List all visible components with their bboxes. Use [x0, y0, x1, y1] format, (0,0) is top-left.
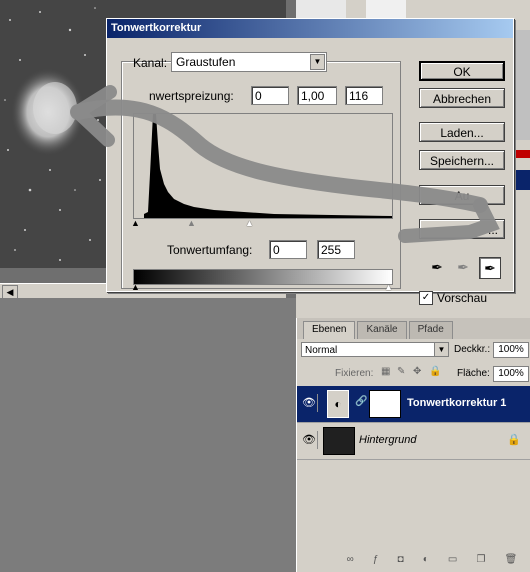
input-white-field[interactable]: 116: [345, 86, 383, 105]
channel-value: Graustufen: [176, 55, 236, 69]
blend-mode-value: Normal: [305, 345, 338, 356]
link-layers-icon[interactable]: ∞: [347, 554, 354, 568]
white-point-slider[interactable]: ▲: [245, 218, 254, 228]
input-slider-track[interactable]: ▲ ▲ ▲: [131, 218, 393, 228]
lock-transparency-icon[interactable]: ▦: [381, 366, 390, 377]
output-black-slider[interactable]: ▲: [131, 282, 140, 292]
output-levels-label: Tonwertumfang:: [167, 243, 253, 257]
link-icon[interactable]: 🔗: [355, 396, 367, 407]
lock-icon: 🔒: [507, 434, 521, 446]
lock-move-icon[interactable]: ✥: [413, 366, 421, 377]
channel-select[interactable]: Graustufen ▼: [171, 52, 327, 72]
adjustment-layer-icon: ◐: [327, 390, 349, 418]
ok-button[interactable]: OK: [419, 61, 505, 81]
histogram: [133, 113, 393, 219]
scroll-left-icon[interactable]: ◀: [2, 285, 18, 299]
gray-eyedropper-icon[interactable]: ✒: [453, 257, 473, 277]
preview-label: Vorschau: [437, 291, 488, 305]
blend-mode-select[interactable]: Normal ▼: [301, 342, 449, 357]
new-layer-icon[interactable]: ❐: [477, 554, 486, 568]
auto-button[interactable]: Au: [419, 185, 505, 205]
black-eyedropper-icon[interactable]: ✒: [427, 257, 447, 277]
input-black-field[interactable]: 0: [251, 86, 289, 105]
opacity-field[interactable]: 100%: [493, 342, 529, 358]
input-gamma-field[interactable]: 1,00: [297, 86, 337, 105]
gamma-slider[interactable]: ▲: [187, 218, 196, 228]
fill-field[interactable]: 100%: [493, 366, 529, 382]
layers-palette: Ebenen Kanäle Pfade Normal ▼ Deckkr.: 10…: [296, 318, 530, 572]
save-button[interactable]: Speichern...: [419, 150, 505, 170]
black-point-slider[interactable]: ▲: [131, 218, 140, 228]
layers-tab-strip: Ebenen Kanäle Pfade: [297, 318, 530, 339]
add-mask-icon[interactable]: ◘: [398, 554, 404, 568]
layer-name[interactable]: Tonwertkorrektur 1: [407, 397, 506, 409]
preview-checkbox[interactable]: ✓: [419, 291, 433, 305]
tab-kanaele[interactable]: Kanäle: [357, 321, 407, 339]
layer-thumbnail: [323, 427, 355, 455]
chevron-down-icon[interactable]: ▼: [434, 343, 448, 356]
histogram-graph: [144, 114, 392, 218]
lock-all-icon[interactable]: 🔒: [429, 366, 441, 377]
tab-ebenen[interactable]: Ebenen: [303, 321, 356, 339]
output-white-field[interactable]: 255: [317, 240, 355, 259]
layer-row-hintergrund[interactable]: 👁 Hintergrund 🔒: [297, 423, 530, 460]
layer-mask-thumbnail[interactable]: [369, 390, 401, 418]
layer-style-icon[interactable]: ƒ: [373, 554, 379, 568]
workspace-background: [0, 298, 296, 572]
output-white-slider[interactable]: ▲: [384, 282, 393, 292]
cancel-button[interactable]: Abbrechen: [419, 88, 505, 108]
layer-name[interactable]: Hintergrund: [359, 434, 416, 446]
input-levels-label: nwertspreizung:: [149, 89, 234, 103]
lock-label: Fixieren:: [335, 368, 374, 379]
load-button[interactable]: Laden...: [419, 122, 505, 142]
eye-icon[interactable]: 👁: [301, 394, 318, 412]
eye-icon[interactable]: 👁: [301, 431, 318, 449]
dialog-title[interactable]: Tonwertkorrektur: [107, 19, 513, 38]
output-slider-track[interactable]: ▲ ▲: [131, 282, 393, 292]
channel-label: Kanal:: [133, 56, 168, 70]
layers-bottom-toolbar: ∞ ƒ ◘ ◐ ▭ ❐ 🗑: [337, 554, 527, 568]
chevron-down-icon[interactable]: ▼: [310, 54, 325, 70]
tab-pfade[interactable]: Pfade: [408, 321, 453, 339]
white-eyedropper-icon[interactable]: ✒: [479, 257, 501, 279]
opacity-label: Deckkr.:: [454, 344, 491, 355]
new-adjustment-icon[interactable]: ◐: [423, 554, 429, 568]
output-black-field[interactable]: 0: [269, 240, 307, 259]
layer-row-tonwertkorrektur[interactable]: 👁 ◐ 🔗 Tonwertkorrektur 1: [297, 386, 530, 423]
new-group-icon[interactable]: ▭: [448, 554, 457, 568]
levels-dialog: Tonwertkorrektur Kanal: Graustufen ▼ nwe…: [106, 18, 514, 305]
options-button[interactable]: ...: [419, 219, 505, 239]
delete-layer-icon[interactable]: 🗑: [505, 554, 518, 568]
fill-label: Fläche:: [457, 368, 490, 379]
lock-brush-icon[interactable]: ✎: [397, 366, 405, 377]
